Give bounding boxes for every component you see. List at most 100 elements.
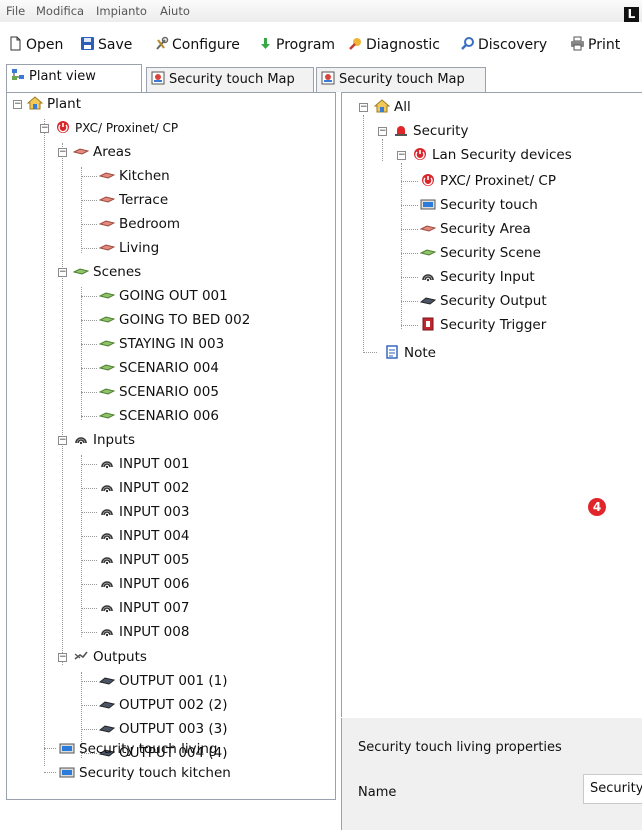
program-button[interactable]: Program bbox=[258, 36, 335, 54]
discovery-label: Discovery bbox=[478, 37, 548, 53]
diagnostic-icon bbox=[349, 38, 361, 50]
tree-label: INPUT 005 bbox=[119, 552, 190, 568]
tree-node-scenes[interactable]: Scenes bbox=[73, 263, 141, 281]
collapse-toggle-security[interactable]: − bbox=[378, 127, 387, 136]
catalog-node-device-type[interactable]: PXC/ Proxinet/ CP bbox=[420, 172, 556, 190]
tree-node-output[interactable]: OUTPUT 001 (1) bbox=[99, 672, 228, 690]
collapse-toggle-all[interactable]: − bbox=[359, 103, 368, 112]
tree-node-input[interactable]: INPUT 005 bbox=[99, 551, 189, 569]
tree-label: Security touch kitchen bbox=[79, 765, 231, 781]
catalog-node-security[interactable]: Security bbox=[393, 122, 468, 140]
discovery-icon bbox=[461, 37, 474, 50]
plant-tree-panel[interactable]: − Plant − PXC/ Proxinet/ CP − Areas Kitc… bbox=[6, 92, 336, 800]
input-sensor-icon bbox=[101, 461, 113, 469]
catalog-node-device-type[interactable]: Security touch bbox=[420, 196, 538, 214]
collapse-toggle-scenes[interactable]: − bbox=[58, 268, 67, 277]
green-down-arrow-icon bbox=[261, 38, 270, 49]
catalog-node-lan-security-devices[interactable]: Lan Security devices bbox=[412, 146, 572, 164]
save-button[interactable]: Save bbox=[80, 36, 132, 54]
menu-impianto[interactable]: Impianto bbox=[96, 4, 147, 18]
collapse-toggle-plant[interactable]: − bbox=[13, 100, 22, 109]
outputs-icon bbox=[74, 651, 88, 660]
print-button[interactable]: Print bbox=[570, 36, 620, 54]
tab-security-touch-map-1[interactable]: Security touch Map bbox=[146, 67, 314, 92]
catalog-node-note[interactable]: Note bbox=[384, 344, 436, 362]
collapse-toggle-pxc[interactable]: − bbox=[40, 124, 49, 133]
tree-node-input[interactable]: INPUT 001 bbox=[99, 455, 189, 473]
tree-node-inputs[interactable]: Inputs bbox=[73, 431, 135, 449]
tree-node-input[interactable]: INPUT 003 bbox=[99, 503, 189, 521]
catalog-node-device-type[interactable]: Security Output bbox=[420, 292, 547, 310]
tree-node-input[interactable]: INPUT 007 bbox=[99, 599, 189, 617]
scene-icon bbox=[99, 412, 115, 419]
area-icon bbox=[99, 172, 115, 179]
discovery-button[interactable]: Discovery bbox=[460, 36, 547, 54]
tab-security-touch-map-2[interactable]: Security touch Map bbox=[316, 67, 486, 92]
catalog-node-device-type[interactable]: Security Scene bbox=[420, 244, 541, 262]
tree-label: GOING TO BED 002 bbox=[119, 312, 251, 328]
tree-label: Plant bbox=[47, 96, 82, 112]
tree-label: Security Scene bbox=[440, 245, 541, 261]
tree-node-input[interactable]: INPUT 004 bbox=[99, 527, 189, 545]
print-label: Print bbox=[588, 37, 621, 53]
tree-node-area[interactable]: Bedroom bbox=[99, 215, 180, 233]
tree-node-input[interactable]: INPUT 008 bbox=[99, 623, 189, 641]
tree-node-scene[interactable]: SCENARIO 004 bbox=[99, 359, 219, 377]
tree-node-security-touch-living[interactable]: Security touch living bbox=[59, 740, 217, 758]
scene-icon bbox=[99, 292, 115, 299]
menu-file[interactable]: File bbox=[6, 4, 25, 18]
tab-plant-view[interactable]: Plant view bbox=[6, 64, 142, 93]
tree-node-scene[interactable]: GOING OUT 001 bbox=[99, 287, 228, 305]
diagnostic-button[interactable]: Diagnostic bbox=[348, 36, 440, 54]
area-icon bbox=[99, 196, 115, 203]
map-icon bbox=[151, 71, 165, 85]
tree-node-input[interactable]: INPUT 006 bbox=[99, 575, 189, 593]
input-sensor-icon bbox=[101, 581, 113, 589]
properties-panel: Security touch living properties Name Se… bbox=[341, 718, 642, 830]
tree-label: INPUT 003 bbox=[119, 504, 190, 520]
tree-label: INPUT 006 bbox=[119, 576, 190, 592]
collapse-toggle-outputs[interactable]: − bbox=[58, 653, 67, 662]
collapse-toggle-inputs[interactable]: − bbox=[58, 436, 67, 445]
catalog-node-device-type[interactable]: Security Trigger bbox=[420, 316, 546, 334]
tree-node-output[interactable]: OUTPUT 003 (3) bbox=[99, 720, 228, 738]
save-label: Save bbox=[98, 37, 133, 53]
tree-node-areas[interactable]: Areas bbox=[73, 143, 131, 161]
catalog-node-device-type[interactable]: Security Input bbox=[420, 268, 535, 286]
tree-node-scene[interactable]: STAYING IN 003 bbox=[99, 335, 224, 353]
collapse-toggle-lan[interactable]: − bbox=[397, 151, 406, 160]
tab-strip: Plant view Security touch Map Security t… bbox=[0, 64, 642, 93]
catalog-node-device-type[interactable]: Security Area bbox=[420, 220, 531, 238]
callout-number-badge: 4 bbox=[588, 498, 606, 516]
tree-label: Scenes bbox=[93, 264, 142, 280]
menu-modifica[interactable]: Modifica bbox=[36, 4, 84, 18]
tree-node-area[interactable]: Living bbox=[99, 239, 159, 257]
floppy-disk-icon bbox=[81, 37, 94, 50]
tree-label: SCENARIO 005 bbox=[119, 384, 219, 400]
tree-node-area[interactable]: Kitchen bbox=[99, 167, 170, 185]
tree-node-pxc[interactable]: PXC/ Proxinet/ CP bbox=[55, 119, 178, 137]
tree-node-outputs[interactable]: Outputs bbox=[73, 648, 147, 666]
tree-label: Security Trigger bbox=[440, 317, 547, 333]
catalog-node-all[interactable]: All bbox=[374, 98, 411, 116]
tree-node-security-touch-kitchen[interactable]: Security touch kitchen bbox=[59, 764, 231, 782]
tree-node-output[interactable]: OUTPUT 002 (2) bbox=[99, 696, 228, 714]
tree-node-area[interactable]: Terrace bbox=[99, 191, 168, 209]
tree-node-scene[interactable]: SCENARIO 006 bbox=[99, 407, 219, 425]
tree-label: PXC/ Proxinet/ CP bbox=[75, 121, 179, 135]
menu-aiuto[interactable]: Aiuto bbox=[160, 4, 190, 18]
input-sensor-icon bbox=[101, 629, 113, 637]
tree-node-plant[interactable]: Plant bbox=[27, 95, 81, 113]
area-icon bbox=[73, 148, 89, 155]
input-sensor-icon bbox=[422, 274, 434, 282]
name-field[interactable]: Security touch living bbox=[583, 774, 642, 804]
tree-node-scene[interactable]: SCENARIO 005 bbox=[99, 383, 219, 401]
tree-label: Bedroom bbox=[119, 216, 181, 232]
open-button[interactable]: Open bbox=[8, 36, 63, 54]
collapse-toggle-areas[interactable]: − bbox=[58, 148, 67, 157]
tree-node-scene[interactable]: GOING TO BED 002 bbox=[99, 311, 250, 329]
configure-button[interactable]: Configure bbox=[154, 36, 240, 54]
device-catalog-panel[interactable]: − All − Security − Lan Security devices … bbox=[341, 92, 642, 717]
tree-node-input[interactable]: INPUT 002 bbox=[99, 479, 189, 497]
output-module-icon bbox=[420, 297, 436, 305]
